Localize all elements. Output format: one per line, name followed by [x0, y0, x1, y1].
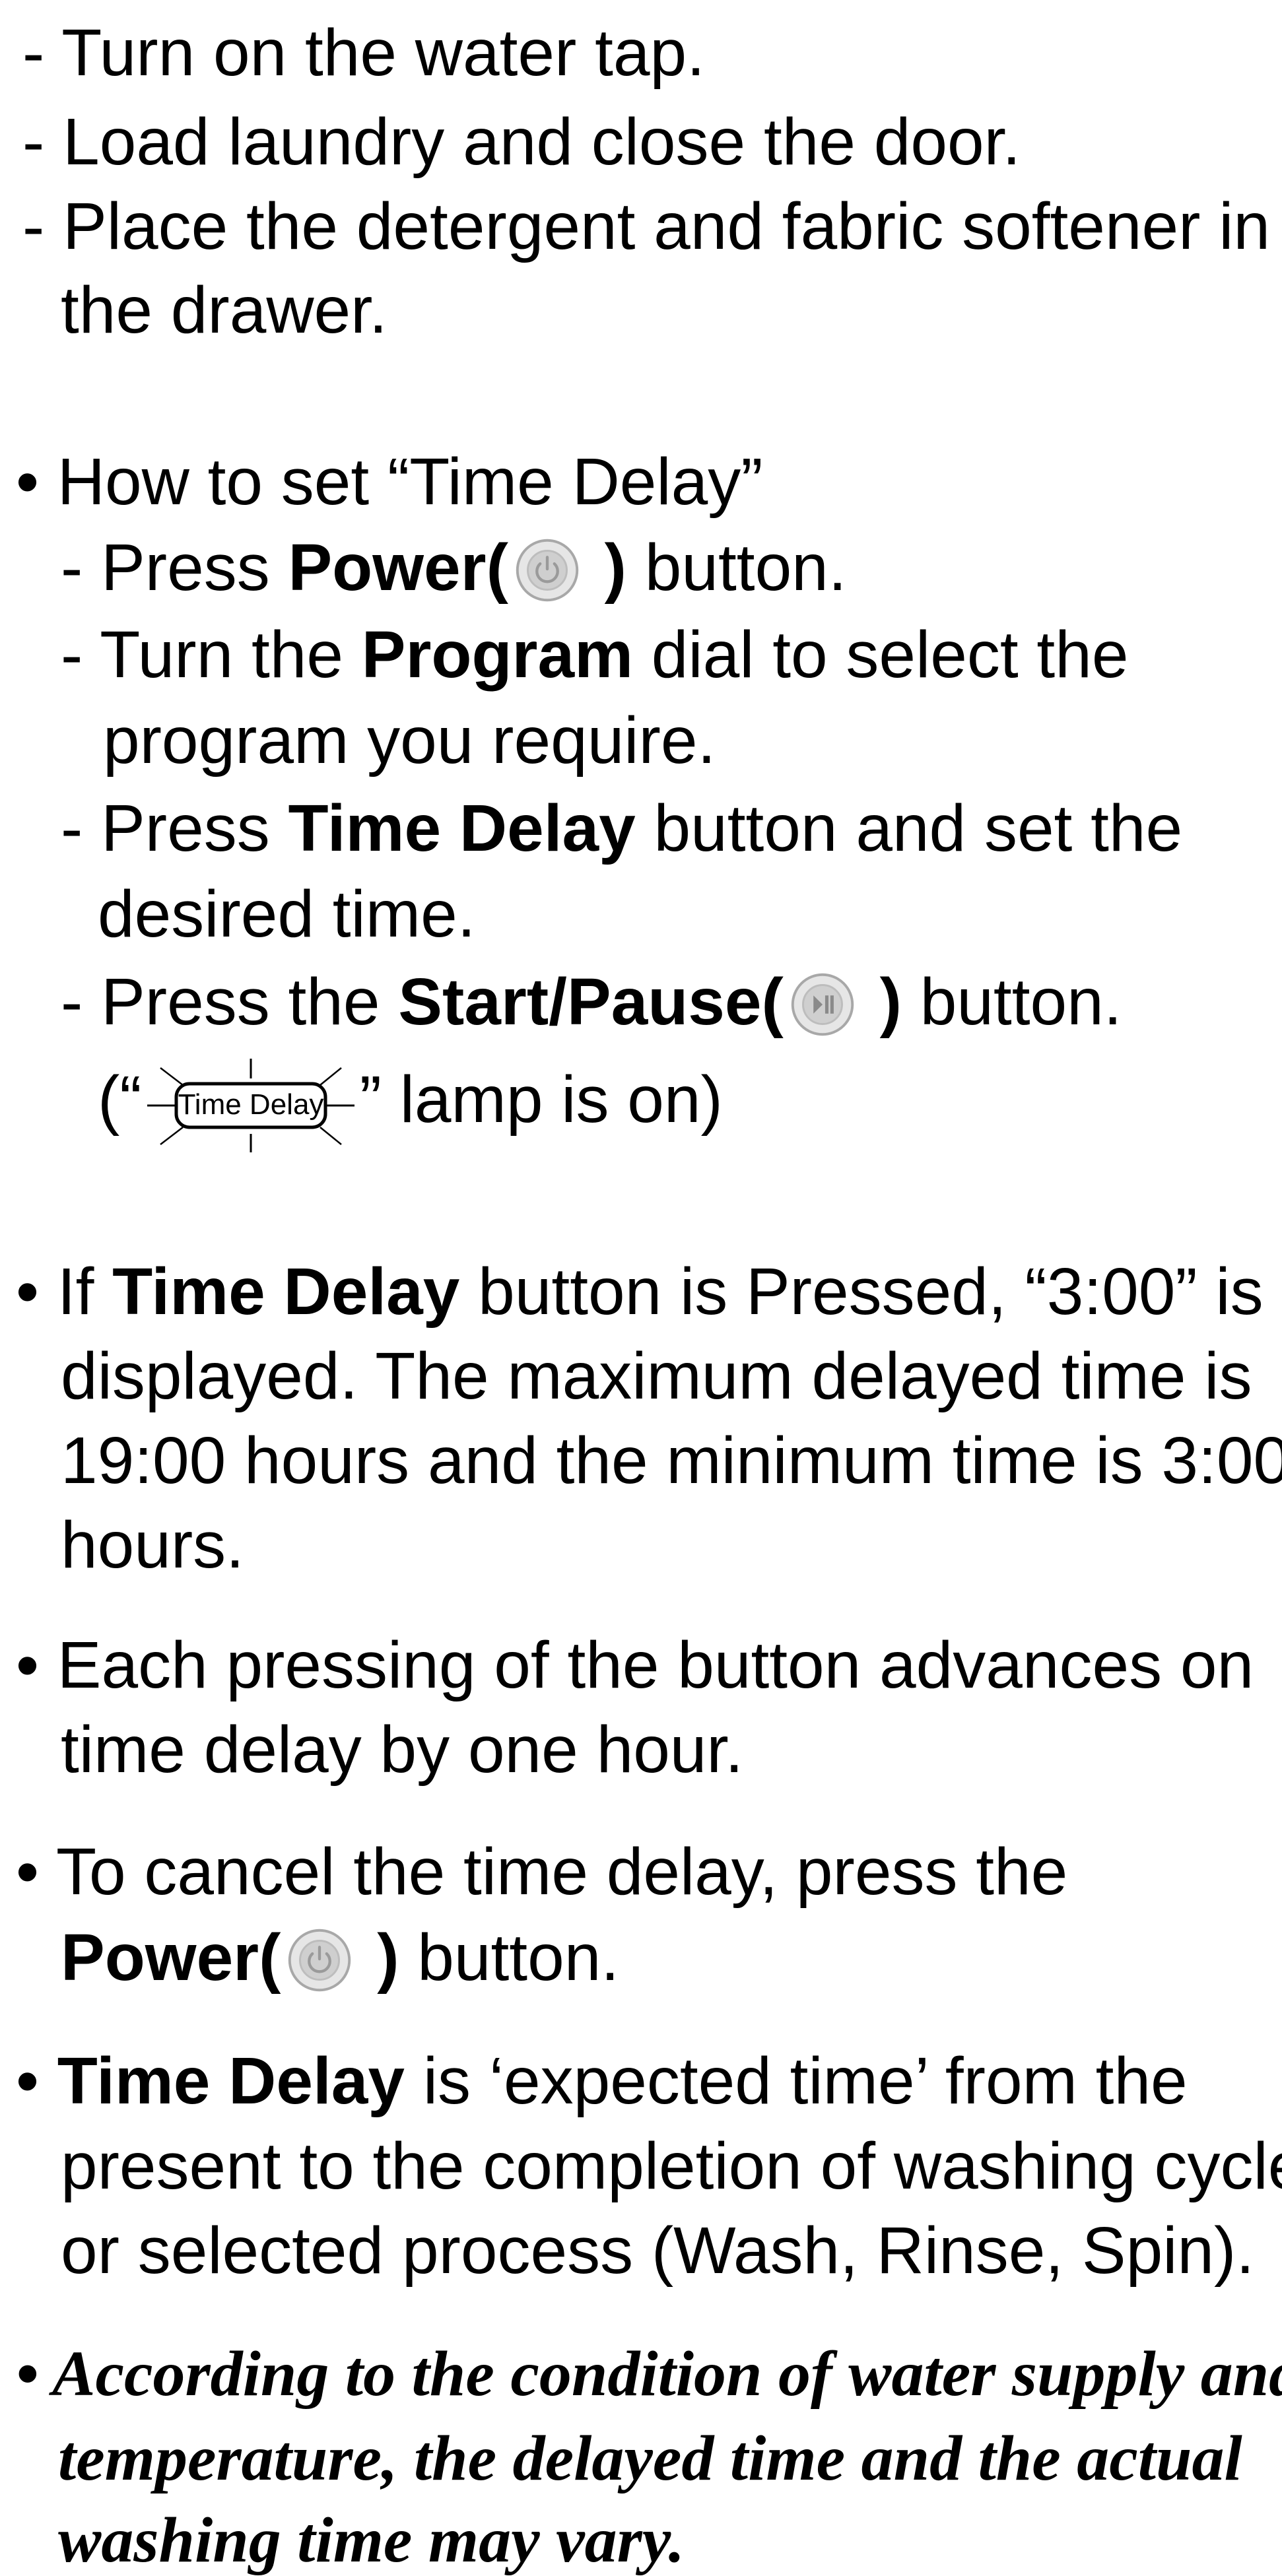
lamp-label: Time Delay: [178, 1088, 323, 1121]
note-each-press: • Each pressing of the button advances o…: [16, 1628, 1254, 1702]
step-place-detergent: - Place the detergent and fabric softene…: [22, 189, 1271, 263]
note-definition-l2: present to the completion of washing cyc…: [61, 2129, 1282, 2203]
instruction-text: - Press the: [61, 965, 399, 1039]
note-cancel: • To cancel the time delay, press the: [16, 1835, 1068, 1909]
instruction-turn-program: - Turn the Program dial to select the: [61, 622, 1128, 688]
step-load-laundry: - Load laundry and close the door.: [22, 105, 1021, 179]
note-cancel-power: Power( ) button.: [61, 1925, 619, 1995]
note-text: •: [16, 2044, 57, 2118]
instruction-press-time-delay: - Press Time Delay button and set the: [61, 795, 1182, 861]
instruction-text: - Turn the: [61, 618, 362, 692]
note-pressed-display-l3: 19:00 hours and the minimum time is 3:00: [61, 1424, 1282, 1498]
instruction-text: button.: [901, 965, 1122, 1039]
time-delay-label: Time Delay: [288, 791, 636, 865]
instruction-text: dial to select the: [633, 618, 1129, 692]
note-pressed-display-l2: displayed. The maximum delayed time is: [61, 1339, 1252, 1413]
power-icon: [281, 1926, 358, 1995]
instruction-press-time-delay-cont: desired time.: [98, 877, 476, 951]
note-each-press-l2: time delay by one hour.: [61, 1713, 743, 1787]
time-delay-lamp-icon: Time Delay: [142, 1056, 360, 1155]
note-pressed-display: • If Time Delay button is Pressed, “3:00…: [16, 1259, 1264, 1325]
instruction-press-power: - Press Power( ) button.: [61, 535, 847, 605]
lamp-close-text: ” lamp is on): [359, 1063, 723, 1137]
note-text: • If: [16, 1255, 113, 1329]
power-label-close: ): [358, 1921, 399, 1995]
start-pause-label: Start/Pause(: [398, 965, 784, 1039]
instruction-text: - Press: [61, 791, 288, 865]
note-vary-l2: temperature, the delayed time and the ac…: [58, 2423, 1242, 2494]
time-delay-label: Time Delay: [57, 2044, 405, 2118]
time-delay-label: Time Delay: [112, 1255, 460, 1329]
instruction-press-start: - Press the Start/Pause( ) button.: [61, 969, 1122, 1039]
note-vary-l3: washing time may vary.: [58, 2505, 685, 2576]
how-to-heading: • How to set “Time Delay”: [16, 445, 763, 519]
instruction-text: button and set the: [635, 791, 1183, 865]
instruction-text: button.: [626, 531, 847, 605]
note-definition: • Time Delay is ‘expected time’ from the: [16, 2048, 1188, 2114]
note-vary: • According to the condition of water su…: [16, 2338, 1282, 2410]
step-turn-on-tap: - Turn on the water tap.: [22, 16, 705, 90]
program-label: Program: [361, 618, 633, 692]
start-pause-icon: [784, 970, 861, 1039]
instruction-turn-program-cont: program you require.: [103, 704, 716, 777]
lamp-status-line: (“ Time Delay ” lamp is on): [98, 1056, 723, 1155]
note-pressed-display-l4: hours.: [61, 1508, 244, 1582]
power-label: Power(: [61, 1921, 281, 1995]
note-text: button is Pressed, “3:00” is: [459, 1255, 1264, 1329]
instruction-text: - Press: [61, 531, 288, 605]
start-pause-label-close: ): [861, 965, 902, 1039]
power-label: Power(: [288, 531, 508, 605]
note-definition-l3: or selected process (Wash, Rinse, Spin).: [61, 2214, 1255, 2288]
note-text: is ‘expected time’ from the: [405, 2044, 1188, 2118]
note-text: button.: [399, 1921, 620, 1995]
power-icon: [508, 536, 586, 605]
step-place-detergent-cont: the drawer.: [61, 273, 388, 347]
lamp-open-quote: (“: [98, 1063, 142, 1137]
power-label-close: ): [586, 531, 626, 605]
